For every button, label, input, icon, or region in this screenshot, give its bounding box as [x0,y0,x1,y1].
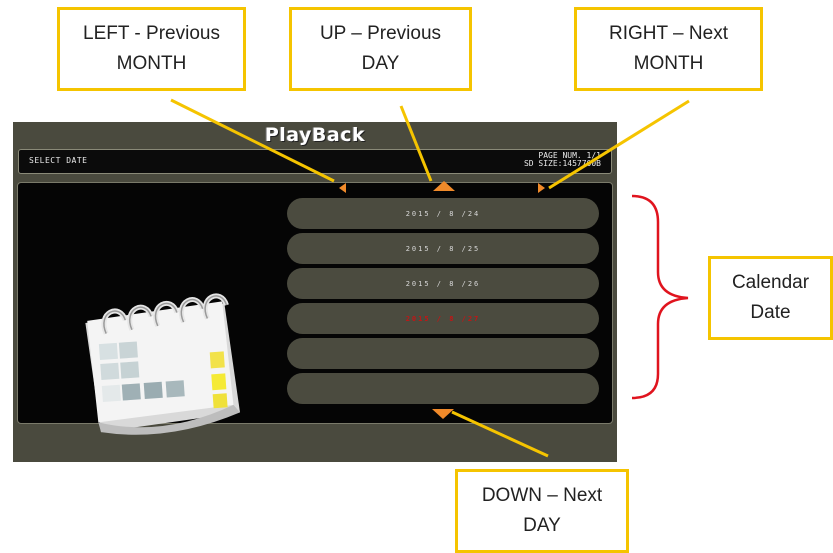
callout-left-line1: LEFT - Previous [83,23,220,44]
right-arrow-icon[interactable] [538,183,545,193]
callout-down-line1: DOWN – Next [481,485,603,506]
page-info: PAGE NUM. 1/1 SD SIZE:1457700B [524,152,601,168]
callout-right-next-month: RIGHT – Next MONTH [574,7,763,91]
callout-calendar-date: Calendar Date [708,256,833,340]
callout-down-line2: DAY [523,515,561,536]
down-arrow-icon[interactable] [432,409,454,419]
callout-up-line2: DAY [361,53,400,74]
callout-calendar-line1: Calendar [731,272,810,293]
date-row-empty[interactable] [287,373,599,404]
callout-up-line1: UP – Previous [319,23,442,44]
playback-screen: PlayBack SELECT DATE PAGE NUM. 1/1 SD SI… [13,122,617,462]
up-arrow-icon[interactable] [433,181,455,191]
sd-size-label: SD SIZE:1457700B [523,159,601,168]
select-date-label: SELECT DATE [29,156,88,165]
left-arrow-icon[interactable] [339,183,346,193]
callout-down-next-day: DOWN – Next DAY [455,469,629,553]
screen-title: PlayBack [264,124,366,146]
callout-up-previous-day: UP – Previous DAY [289,7,472,91]
date-row[interactable]: 2015 / 8 /24 [287,198,599,229]
callout-left-previous-month: LEFT - Previous MONTH [57,7,246,91]
date-row[interactable]: 2015 / 8 /25 [287,233,599,264]
calendar-icon [85,293,240,435]
callout-calendar-line2: Date [750,302,791,323]
date-row-empty[interactable] [287,338,599,369]
date-row[interactable]: 2015 / 8 /26 [287,268,599,299]
callout-right-line2: MONTH [633,53,704,74]
curly-brace-icon [631,194,689,400]
date-row-selected[interactable]: 2015 / 8 /27 [287,303,599,334]
callout-right-line1: RIGHT – Next [609,23,728,44]
info-bar: SELECT DATE PAGE NUM. 1/1 SD SIZE:145770… [18,149,612,174]
callout-left-line2: MONTH [116,53,187,74]
